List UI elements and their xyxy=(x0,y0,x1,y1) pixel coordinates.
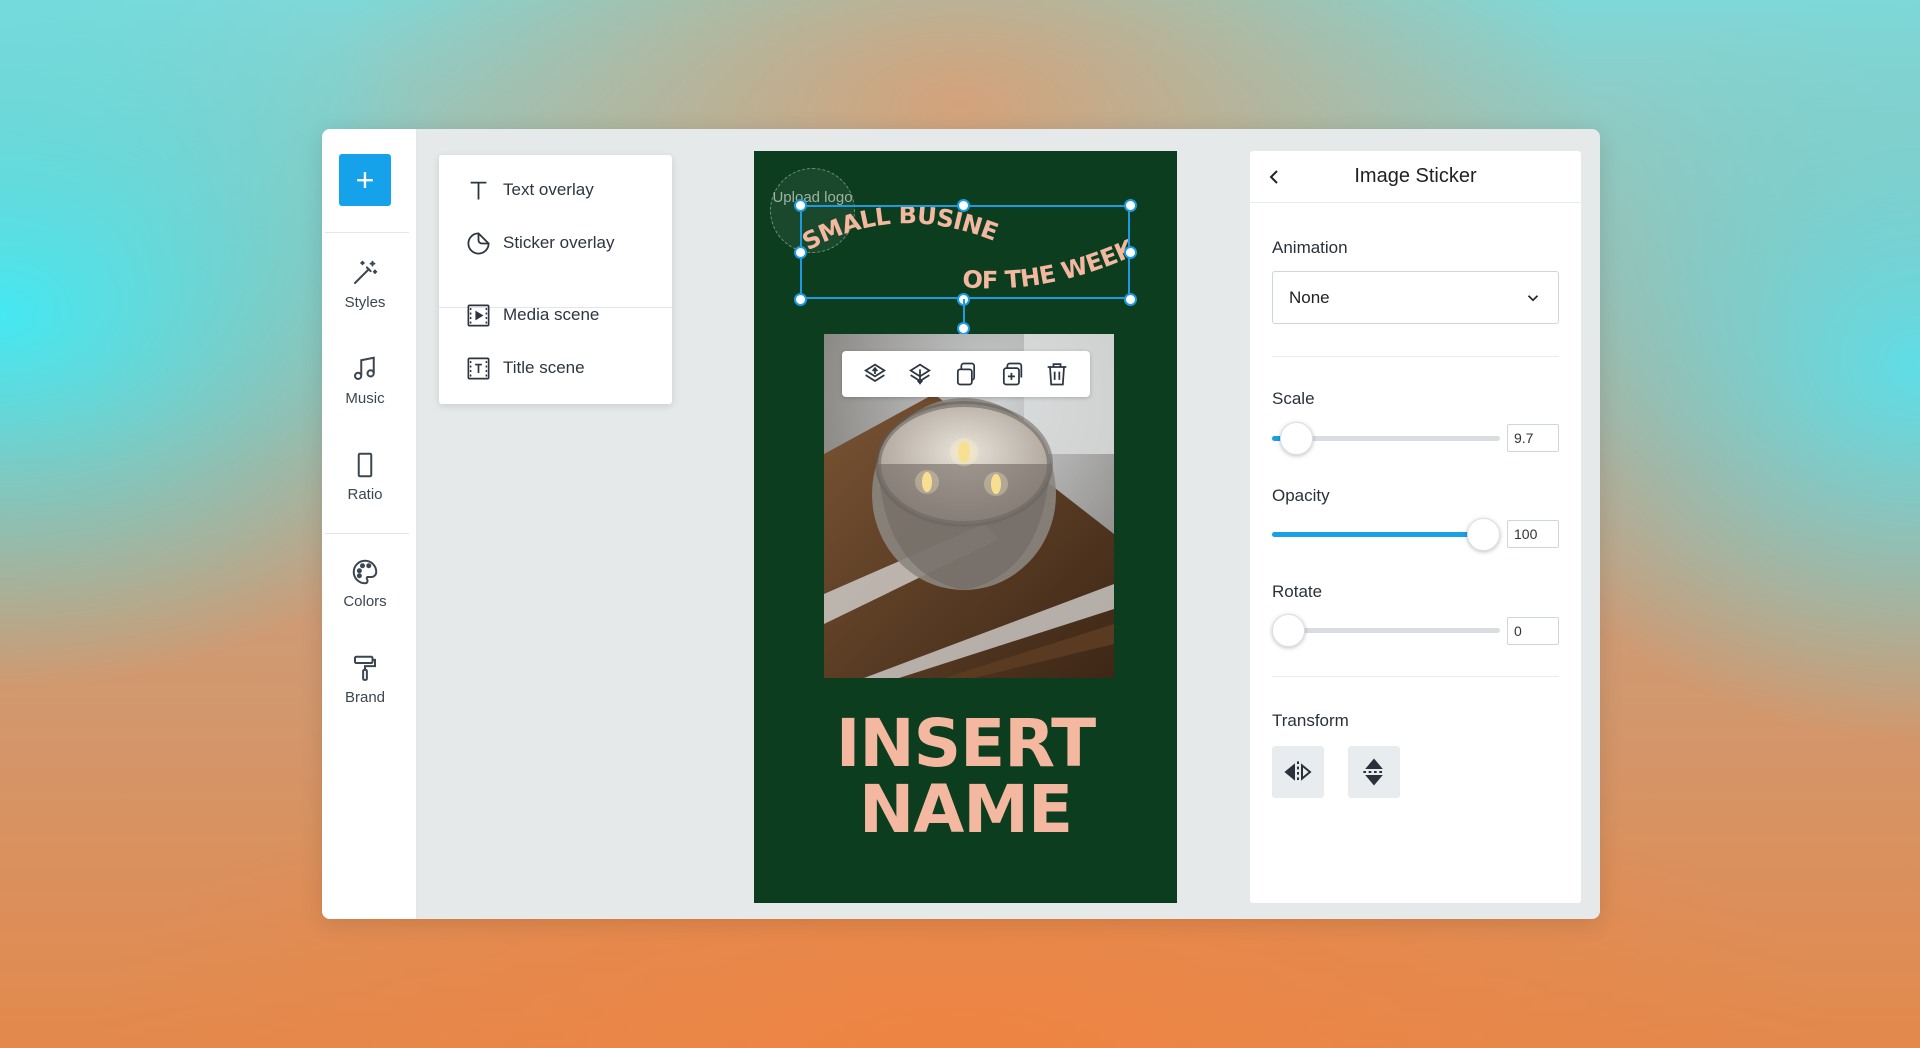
menu-item-title-scene[interactable]: Title scene xyxy=(465,353,585,383)
menu-item-label: Sticker overlay xyxy=(503,233,615,252)
menu-item-label: Text overlay xyxy=(503,180,594,199)
duplicate-icon xyxy=(1002,362,1022,386)
rail-item-label: Ratio xyxy=(347,486,383,503)
rotate-label: Rotate xyxy=(1272,582,1323,601)
animation-select[interactable]: None xyxy=(1272,271,1559,324)
editor-window: + Styles Music Ratio Colors Brand Text o… xyxy=(322,129,1600,919)
rotate-value-input[interactable]: 0 xyxy=(1507,617,1559,645)
resize-handle-ne[interactable] xyxy=(1124,199,1137,212)
menu-item-sticker-overlay[interactable]: Sticker overlay xyxy=(465,228,614,258)
scale-slider[interactable] xyxy=(1272,422,1500,455)
insert-name-text[interactable]: INSERT NAME xyxy=(754,711,1177,843)
menu-item-media-scene[interactable]: Media scene xyxy=(465,300,599,330)
rail-item-ratio[interactable]: Ratio xyxy=(322,450,408,520)
resize-handle-se[interactable] xyxy=(1124,293,1137,306)
scale-label: Scale xyxy=(1272,389,1315,408)
left-rail: + Styles Music Ratio Colors Brand xyxy=(322,129,417,919)
sticker-icon xyxy=(467,231,490,255)
rail-item-label: Styles xyxy=(344,294,386,311)
name-line1: INSERT xyxy=(835,705,1096,782)
ratio-icon xyxy=(357,452,373,478)
add-menu: Text overlay Sticker overlay Media scene… xyxy=(439,155,672,404)
flip-horizontal-button[interactable] xyxy=(1272,746,1324,798)
slider-thumb[interactable] xyxy=(1280,422,1313,455)
element-toolbar xyxy=(842,351,1090,397)
rail-item-styles[interactable]: Styles xyxy=(322,258,408,328)
resize-handle-n[interactable] xyxy=(957,199,970,212)
paint-roller-icon xyxy=(354,655,376,681)
scale-value-input[interactable]: 9.7 xyxy=(1507,424,1559,452)
menu-item-label: Title scene xyxy=(503,358,585,377)
animation-value: None xyxy=(1289,287,1330,307)
rail-item-colors[interactable]: Colors xyxy=(322,557,408,627)
slider-fill xyxy=(1272,532,1484,537)
rail-item-brand[interactable]: Brand xyxy=(322,653,408,723)
media-scene-icon xyxy=(467,304,490,326)
flip-vertical-icon xyxy=(1363,758,1385,786)
chevron-down-icon xyxy=(1527,295,1539,302)
back-chevron-icon[interactable] xyxy=(1262,165,1286,189)
bring-forward-button[interactable] xyxy=(860,359,890,389)
text-icon xyxy=(470,181,487,199)
palette-icon xyxy=(352,559,378,585)
opacity-value-input[interactable]: 100 xyxy=(1507,520,1559,548)
rotate-slider[interactable] xyxy=(1272,614,1500,647)
opacity-label: Opacity xyxy=(1272,486,1330,505)
animation-label: Animation xyxy=(1272,238,1348,257)
send-backward-icon xyxy=(909,363,932,385)
magic-wand-icon xyxy=(354,260,378,284)
bring-forward-icon xyxy=(863,363,886,383)
delete-icon xyxy=(1047,363,1067,386)
rail-divider xyxy=(325,232,409,233)
rail-item-label: Brand xyxy=(344,689,386,706)
flip-vertical-button[interactable] xyxy=(1348,746,1400,798)
menu-item-text-overlay[interactable]: Text overlay xyxy=(465,175,594,205)
title-scene-icon xyxy=(467,357,490,379)
add-button[interactable]: + xyxy=(339,154,391,206)
rail-item-label: Music xyxy=(345,390,385,407)
panel-divider xyxy=(1272,356,1559,357)
flip-horizontal-icon xyxy=(1284,761,1312,783)
transform-label: Transform xyxy=(1272,711,1349,730)
panel-divider xyxy=(1272,676,1559,677)
send-backward-button[interactable] xyxy=(905,359,935,389)
panel-header: Image Sticker xyxy=(1250,151,1581,203)
resize-handle-sw[interactable] xyxy=(794,293,807,306)
resize-handle-w[interactable] xyxy=(794,246,807,259)
duplicate-button[interactable] xyxy=(997,359,1027,389)
poster-canvas[interactable]: Upload logo SMALL BUSINESS OF THE WEEK xyxy=(754,151,1177,903)
name-line2: NAME xyxy=(858,771,1073,848)
opacity-slider[interactable] xyxy=(1272,518,1500,551)
music-note-icon xyxy=(354,356,375,380)
resize-handle-nw[interactable] xyxy=(794,199,807,212)
delete-button[interactable] xyxy=(1042,359,1072,389)
menu-item-label: Media scene xyxy=(503,305,600,324)
rail-item-label: Colors xyxy=(343,593,387,610)
properties-panel: Image Sticker Animation None Scale 9.7 O… xyxy=(1250,151,1581,903)
selection-box[interactable] xyxy=(800,205,1130,299)
slider-track xyxy=(1272,628,1500,633)
copy-icon xyxy=(956,362,976,386)
slider-thumb[interactable] xyxy=(1272,614,1305,647)
copy-button[interactable] xyxy=(951,359,981,389)
panel-title: Image Sticker xyxy=(1354,165,1477,187)
rail-item-music[interactable]: Music xyxy=(322,354,408,424)
resize-handle-e[interactable] xyxy=(1124,246,1137,259)
slider-thumb[interactable] xyxy=(1467,518,1500,551)
rail-divider xyxy=(325,533,409,534)
